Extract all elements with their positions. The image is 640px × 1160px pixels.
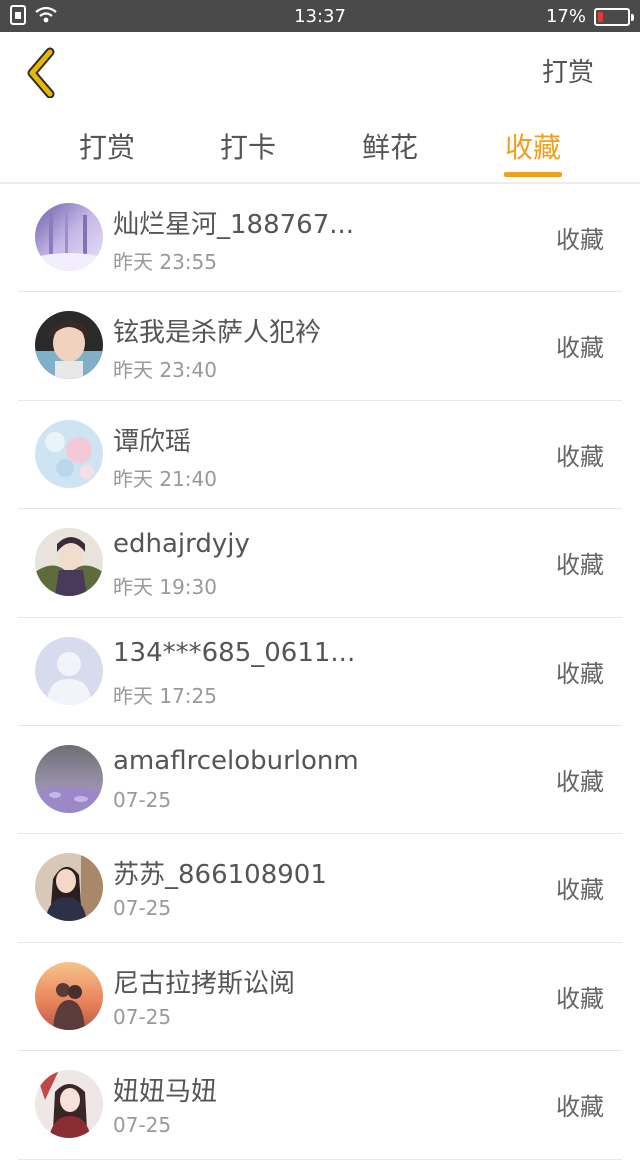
favorite-label: 收藏: [556, 659, 604, 688]
avatar: [35, 961, 103, 1030]
favorite-label: 收藏: [556, 984, 604, 1013]
user-name: amaflrceloburlonm: [113, 745, 359, 776]
favorite-label: 收藏: [556, 876, 604, 905]
favorite-label: 收藏: [556, 442, 604, 471]
favorite-label: 收藏: [556, 334, 604, 363]
list-item[interactable]: 尼古拉拷斯讼阅 07-25 收藏: [18, 943, 622, 1052]
tab-bar: 打赏 打卡 鲜花 收藏: [0, 112, 640, 182]
user-name: edhajrdyjy: [113, 529, 250, 560]
avatar: [35, 203, 103, 271]
timestamp: 昨天 19:30: [113, 575, 217, 600]
user-name: 134***685_0611...: [113, 637, 356, 668]
favorite-label: 收藏: [556, 226, 604, 254]
list-item[interactable]: edhajrdyjy 昨天 19:30 收藏: [18, 509, 622, 618]
chevron-left-icon: [27, 47, 55, 99]
avatar: [35, 853, 103, 922]
favorite-label: 收藏: [556, 551, 604, 580]
tab-checkin[interactable]: 打卡: [193, 126, 303, 166]
user-name: 灿烂星河_188767...: [113, 210, 355, 240]
active-tab-indicator: [504, 172, 562, 177]
user-name: 铉我是杀萨人犯衿: [113, 318, 322, 349]
status-time: 13:37: [294, 6, 346, 27]
battery-percent: 17%: [545, 6, 586, 27]
favorite-label: 收藏: [556, 767, 604, 796]
timestamp: 07-25: [113, 1113, 172, 1138]
timestamp: 07-25: [113, 1004, 172, 1029]
list-item[interactable]: 灿烂星河_188767... 昨天 23:55 收藏: [18, 184, 622, 293]
timestamp: 昨天 17:25: [113, 683, 217, 708]
list-item[interactable]: 苏苏_866108901 07-25 收藏: [18, 834, 622, 943]
back-button[interactable]: [18, 46, 68, 99]
user-name: 谭欣瑶: [113, 426, 192, 457]
avatar: [35, 311, 103, 380]
timestamp: 昨天 21:40: [113, 466, 217, 491]
avatar: [35, 528, 103, 597]
avatar: [35, 419, 103, 488]
avatar: [35, 744, 103, 813]
status-right: 17%: [545, 6, 634, 27]
favorites-list: 灿烂星河_188767... 昨天 23:55 收藏 铉我是杀萨人犯衿 昨天 2…: [18, 184, 622, 1160]
user-name: 尼古拉拷斯讼阅: [113, 968, 296, 999]
reward-button[interactable]: 打赏: [542, 52, 594, 89]
timestamp: 昨天 23:40: [113, 358, 217, 383]
list-item[interactable]: 铉我是杀萨人犯衿 昨天 23:40 收藏: [18, 292, 622, 401]
user-name: 妞妞马妞: [113, 1077, 218, 1108]
list-item[interactable]: 妞妞马妞 07-25 收藏: [18, 1051, 622, 1160]
battery-fill: [598, 11, 603, 22]
favorite-label: 收藏: [556, 1093, 604, 1122]
timestamp: 昨天 23:55: [113, 250, 217, 274]
list-item[interactable]: 134***685_0611... 昨天 17:25 收藏: [18, 618, 622, 726]
list-item[interactable]: amaflrceloburlonm 07-25 收藏: [18, 726, 622, 835]
avatar: [35, 636, 103, 705]
top-navigation-bar: 打赏: [0, 32, 640, 112]
status-bar: 13:37 17%: [0, 0, 640, 32]
tab-reward[interactable]: 打赏: [52, 126, 162, 166]
tab-flowers[interactable]: 鲜花: [335, 126, 445, 166]
timestamp: 07-25: [113, 896, 172, 921]
timestamp: 07-25: [113, 787, 172, 812]
user-name: 苏苏_866108901: [113, 860, 327, 891]
battery-icon: [594, 7, 634, 26]
list-item[interactable]: 谭欣瑶 昨天 21:40 收藏: [18, 401, 622, 510]
tab-favorites[interactable]: 收藏: [478, 126, 588, 166]
avatar: [35, 1070, 103, 1139]
